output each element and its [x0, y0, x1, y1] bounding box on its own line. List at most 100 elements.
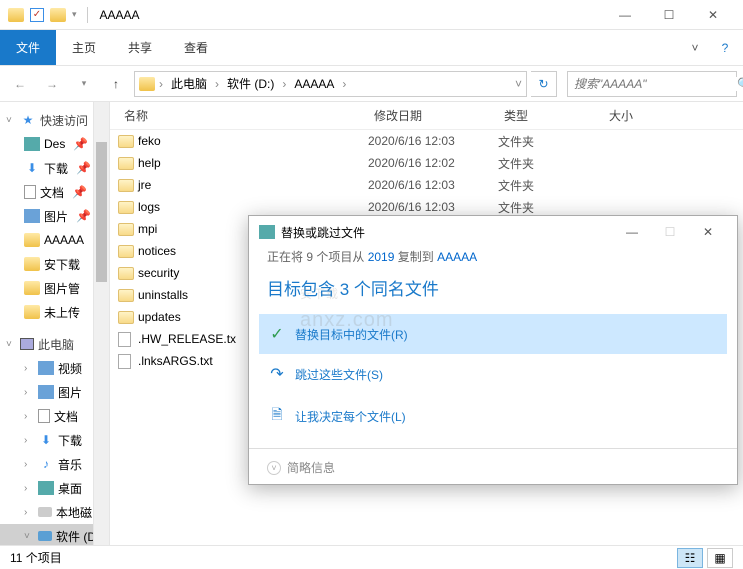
- file-type: 文件夹: [498, 199, 603, 216]
- breadcrumb[interactable]: › 此电脑 › 软件 (D:) › AAAAA › ˅: [134, 71, 527, 97]
- up-button[interactable]: ↑: [102, 70, 130, 98]
- back-button[interactable]: ←: [6, 70, 34, 98]
- search-input[interactable]: [568, 77, 737, 91]
- tree-picmgr[interactable]: 图片管: [44, 280, 80, 297]
- forward-button[interactable]: →: [38, 70, 66, 98]
- tree-anxia[interactable]: 安下载: [44, 256, 80, 273]
- col-name[interactable]: 名称: [118, 107, 368, 124]
- folder-icon: [118, 245, 134, 258]
- minimize-button[interactable]: —: [603, 1, 647, 29]
- tree-video[interactable]: 视频: [58, 360, 82, 377]
- file-row[interactable]: jre2020/6/16 12:03文件夹: [110, 174, 743, 196]
- dialog-title: 替换或跳过文件: [281, 224, 365, 241]
- status-bar: 11 个项目 ☷ ▦: [0, 545, 743, 569]
- refresh-button[interactable]: ↻: [531, 71, 557, 97]
- option-decide[interactable]: 🗎 让我决定每个文件(L): [259, 394, 727, 438]
- address-bar: ← → ▾ ↑ › 此电脑 › 软件 (D:) › AAAAA › ˅ ↻ 🔍: [0, 66, 743, 102]
- recent-dropdown-icon[interactable]: ▾: [70, 70, 98, 98]
- tree-music[interactable]: 音乐: [58, 456, 82, 473]
- col-type[interactable]: 类型: [498, 107, 603, 124]
- app-icon: [8, 8, 24, 22]
- tab-file[interactable]: 文件: [0, 30, 56, 65]
- check-icon: ✓: [269, 324, 285, 344]
- chevron-down-icon: ˅: [267, 461, 281, 475]
- nav-tree[interactable]: ˅★快速访问 Des📌 ⬇下载📌 文档📌 图片📌 AAAAA 安下载 图片管 未…: [0, 102, 110, 545]
- folder-icon: [118, 223, 134, 236]
- file-name: feko: [138, 134, 368, 148]
- tree-desktop[interactable]: 桌面: [58, 480, 82, 497]
- dialog-subtitle: 正在将 9 个项目从 2019 复制到 AAAAA: [249, 248, 737, 265]
- tree-noup[interactable]: 未上传: [44, 304, 80, 321]
- tab-home[interactable]: 主页: [56, 30, 112, 65]
- file-date: 2020/6/16 12:03: [368, 200, 498, 214]
- col-date[interactable]: 修改日期: [368, 107, 498, 124]
- qat-dropdown-icon[interactable]: ▾: [72, 9, 77, 20]
- tree-scrollbar[interactable]: [93, 102, 109, 545]
- tree-thispc[interactable]: 此电脑: [38, 336, 74, 353]
- window-title: AAAAA: [100, 8, 140, 22]
- file-type: 文件夹: [498, 155, 603, 172]
- file-row[interactable]: help2020/6/16 12:02文件夹: [110, 152, 743, 174]
- file-type: 文件夹: [498, 133, 603, 150]
- file-name: logs: [138, 200, 368, 214]
- column-headers[interactable]: 名称 修改日期 类型 大小: [110, 102, 743, 130]
- view-details-button[interactable]: ☷: [677, 548, 703, 568]
- crumb-folder[interactable]: AAAAA: [290, 77, 338, 91]
- file-date: 2020/6/16 12:02: [368, 156, 498, 170]
- dialog-heading: 目标包含 3 个同名文件: [249, 265, 737, 314]
- search-box[interactable]: 🔍: [567, 71, 737, 97]
- tree-docs[interactable]: 文档: [40, 184, 64, 201]
- view-icons-button[interactable]: ▦: [707, 548, 733, 568]
- folder-icon: [118, 135, 134, 148]
- crumb-pc[interactable]: 此电脑: [167, 75, 211, 92]
- compare-icon: 🗎: [269, 404, 285, 428]
- text-file-icon: [118, 354, 131, 369]
- tree-quick[interactable]: 快速访问: [40, 112, 88, 129]
- tree-downloads2[interactable]: 下载: [58, 432, 82, 449]
- folder-icon: [118, 289, 134, 302]
- quick-check-icon[interactable]: ✓: [30, 8, 44, 22]
- file-name: jre: [138, 178, 368, 192]
- search-icon[interactable]: 🔍: [737, 77, 743, 91]
- option-replace[interactable]: ✓ 替换目标中的文件(R): [259, 314, 727, 354]
- close-button[interactable]: ✕: [691, 1, 735, 29]
- qat-folder-icon[interactable]: [50, 8, 66, 22]
- ribbon: 文件 主页 共享 查看 ˅ ?: [0, 30, 743, 66]
- tree-docs2[interactable]: 文档: [54, 408, 78, 425]
- folder-icon: [118, 311, 134, 324]
- tree-pics[interactable]: 图片: [44, 208, 68, 225]
- skip-icon: ↷: [269, 364, 285, 384]
- tab-view[interactable]: 查看: [168, 30, 224, 65]
- dialog-minimize-button[interactable]: —: [613, 218, 651, 246]
- file-type: 文件夹: [498, 177, 603, 194]
- crumb-drive[interactable]: 软件 (D:): [223, 75, 278, 92]
- tree-des[interactable]: Des: [44, 137, 65, 151]
- tree-localdisk[interactable]: 本地磁: [56, 504, 92, 521]
- breadcrumb-history-icon[interactable]: ˅: [515, 77, 522, 91]
- folder-icon: [118, 179, 134, 192]
- tree-pics2[interactable]: 图片: [58, 384, 82, 401]
- option-skip[interactable]: ↷ 跳过这些文件(S): [259, 354, 727, 394]
- maximize-button[interactable]: ☐: [647, 1, 691, 29]
- breadcrumb-icon: [139, 77, 155, 91]
- replace-dialog: 替换或跳过文件 — ☐ ✕ 正在将 9 个项目从 2019 复制到 AAAAA …: [248, 215, 738, 485]
- tree-downloads[interactable]: 下载: [44, 160, 68, 177]
- file-name: help: [138, 156, 368, 170]
- dialog-maximize-button[interactable]: ☐: [651, 218, 689, 246]
- help-icon[interactable]: ?: [707, 30, 743, 65]
- dialog-footer[interactable]: ˅ 简略信息: [249, 448, 737, 486]
- file-row[interactable]: feko2020/6/16 12:03文件夹: [110, 130, 743, 152]
- text-file-icon: [118, 332, 131, 347]
- tab-share[interactable]: 共享: [112, 30, 168, 65]
- folder-icon: [118, 201, 134, 214]
- item-count: 11 个项目: [10, 549, 62, 566]
- tree-aaaa[interactable]: AAAAA: [44, 233, 84, 247]
- col-size[interactable]: 大小: [603, 107, 683, 124]
- file-date: 2020/6/16 12:03: [368, 134, 498, 148]
- tree-softdisk[interactable]: 软件 (D: [56, 528, 96, 545]
- file-date: 2020/6/16 12:03: [368, 178, 498, 192]
- title-bar: ✓ ▾ AAAAA — ☐ ✕: [0, 0, 743, 30]
- folder-icon: [118, 267, 134, 280]
- dialog-close-button[interactable]: ✕: [689, 218, 727, 246]
- ribbon-expand-icon[interactable]: ˅: [683, 30, 707, 65]
